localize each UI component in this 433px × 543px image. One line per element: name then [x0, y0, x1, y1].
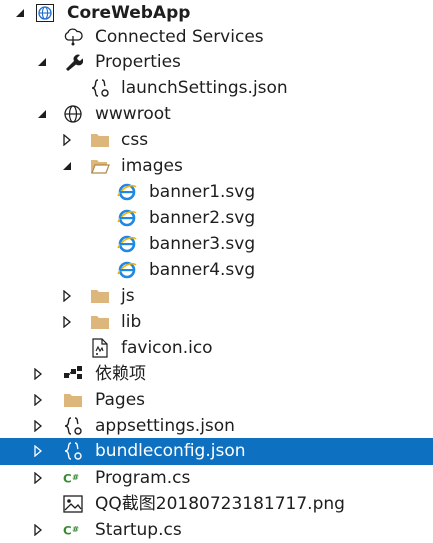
- tree-item-label: images: [121, 156, 183, 176]
- collapsed-arrow-icon[interactable]: [31, 361, 45, 387]
- tree-item-label: banner2.svg: [149, 208, 256, 228]
- tree-item-banner3[interactable]: banner3.svg: [0, 231, 433, 257]
- folder-icon: [63, 390, 83, 410]
- tree-item-dependencies[interactable]: 依赖项: [0, 361, 433, 387]
- globe-icon: [63, 104, 83, 124]
- csharp-file-icon: C #: [63, 468, 83, 488]
- collapsed-arrow-icon[interactable]: [60, 309, 74, 335]
- collapsed-arrow-icon[interactable]: [31, 413, 45, 439]
- tree-item-label: CoreWebApp: [67, 3, 191, 23]
- tree-item-startup[interactable]: C # Startup.cs: [0, 517, 433, 543]
- tree-item-label: 依赖项: [95, 364, 146, 384]
- collapsed-arrow-icon[interactable]: [60, 283, 74, 309]
- tree-item-label: banner1.svg: [149, 182, 256, 202]
- tree-item-label: Startup.cs: [95, 520, 182, 540]
- folder-icon: [90, 130, 110, 150]
- dependencies-icon: [63, 364, 83, 384]
- svg-file-icon: [117, 182, 137, 202]
- tree-item-appsettings[interactable]: appsettings.json: [0, 413, 433, 439]
- expanded-arrow-icon[interactable]: [13, 0, 27, 26]
- globe-project-icon: [35, 3, 55, 23]
- expanded-arrow-icon[interactable]: [35, 49, 49, 75]
- expanded-arrow-icon[interactable]: [60, 153, 74, 179]
- tree-item-bundleconfig[interactable]: bundleconfig.json: [0, 438, 433, 465]
- tree-item-pages[interactable]: Pages: [0, 387, 433, 413]
- expanded-arrow-icon[interactable]: [35, 101, 49, 127]
- collapsed-arrow-icon[interactable]: [60, 127, 74, 153]
- tree-item-label: banner4.svg: [149, 260, 256, 280]
- tree-item-js[interactable]: js: [0, 283, 433, 309]
- svg-text:C: C: [63, 472, 72, 486]
- svg-text:C: C: [63, 524, 72, 538]
- collapsed-arrow-icon[interactable]: [31, 465, 45, 491]
- tree-item-label: wwwroot: [95, 104, 171, 124]
- folder-open-icon: [90, 156, 110, 176]
- tree-item-properties[interactable]: Properties: [0, 49, 433, 75]
- tree-item-images[interactable]: images: [0, 153, 433, 179]
- tree-item-css[interactable]: css: [0, 127, 433, 153]
- csharp-file-icon: C #: [63, 520, 83, 540]
- json-file-icon: [90, 78, 110, 98]
- tree-item-program[interactable]: C # Program.cs: [0, 465, 433, 491]
- image-file-icon: [63, 494, 83, 514]
- tree-item-label: appsettings.json: [95, 416, 235, 436]
- tree-item-launch-settings[interactable]: launchSettings.json: [0, 75, 433, 101]
- ico-file-icon: [90, 338, 110, 358]
- tree-item-banner2[interactable]: banner2.svg: [0, 205, 433, 231]
- svg-text:#: #: [72, 524, 79, 534]
- tree-item-favicon[interactable]: favicon.ico: [0, 335, 433, 361]
- tree-item-wwwroot[interactable]: wwwroot: [0, 101, 433, 127]
- tree-item-banner4[interactable]: banner4.svg: [0, 257, 433, 283]
- collapsed-arrow-icon[interactable]: [31, 387, 45, 413]
- tree-item-label: Pages: [95, 390, 146, 410]
- tree-item-lib[interactable]: lib: [0, 309, 433, 335]
- tree-item-label: favicon.ico: [121, 338, 213, 358]
- tree-item-label: QQ截图20180723181717.png: [95, 494, 345, 514]
- svg-file-icon: [117, 208, 137, 228]
- tree-item-qq-image[interactable]: QQ截图20180723181717.png: [0, 491, 433, 517]
- cloud-service-icon: [63, 27, 83, 47]
- tree-item-label: css: [121, 130, 149, 150]
- tree-item-label: launchSettings.json: [121, 78, 288, 98]
- tree-item-label: js: [121, 286, 135, 306]
- tree-item-label: Properties: [95, 52, 181, 72]
- svg-file-icon: [117, 234, 137, 254]
- tree-item-project[interactable]: CoreWebApp: [0, 0, 433, 26]
- json-file-icon: [63, 441, 83, 461]
- tree-item-label: Program.cs: [95, 468, 191, 488]
- tree-item-connected-services[interactable]: Connected Services: [0, 24, 433, 50]
- collapsed-arrow-icon[interactable]: [31, 517, 45, 543]
- tree-item-banner1[interactable]: banner1.svg: [0, 179, 433, 205]
- svg-file-icon: [117, 260, 137, 280]
- tree-item-label: Connected Services: [95, 27, 264, 47]
- folder-icon: [90, 286, 110, 306]
- solution-explorer-tree: CoreWebApp Connected Services Properties: [0, 0, 433, 543]
- folder-icon: [90, 312, 110, 332]
- tree-item-label: lib: [121, 312, 142, 332]
- tree-item-label: bundleconfig.json: [95, 441, 246, 461]
- json-file-icon: [63, 416, 83, 436]
- tree-item-label: banner3.svg: [149, 234, 256, 254]
- collapsed-arrow-icon[interactable]: [31, 438, 45, 464]
- svg-text:#: #: [72, 472, 79, 482]
- wrench-icon: [63, 52, 83, 72]
